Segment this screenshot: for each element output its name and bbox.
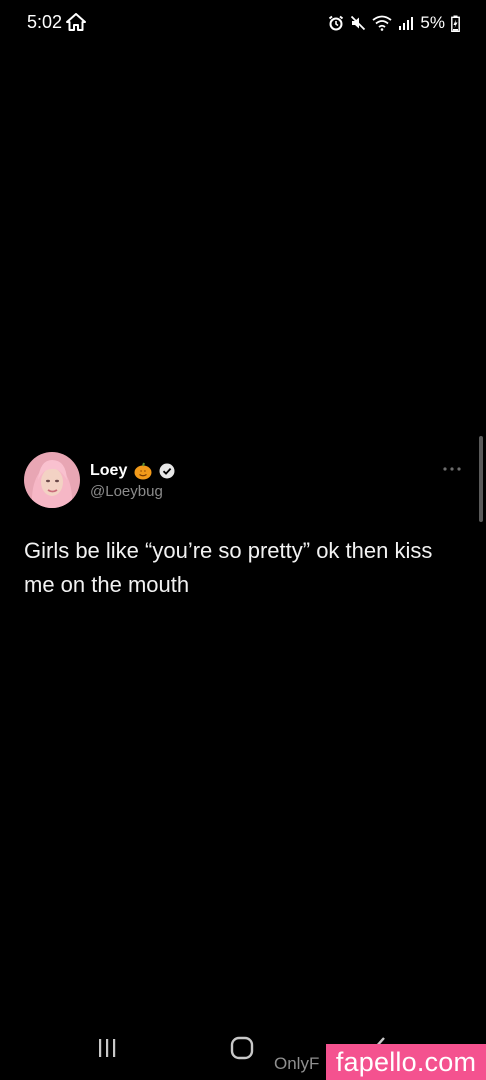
display-name[interactable]: Loey: [90, 462, 127, 480]
scrollbar-thumb[interactable]: [479, 436, 483, 522]
fapello-watermark: fapello.com: [326, 1044, 486, 1080]
more-options-icon[interactable]: [442, 466, 462, 472]
mute-icon: [351, 15, 366, 31]
author-row[interactable]: Loey: [90, 460, 175, 482]
home-button-icon[interactable]: [230, 1036, 254, 1060]
verified-badge-icon: [159, 463, 175, 479]
wifi-icon: [372, 15, 392, 31]
battery-icon: [451, 15, 460, 32]
signal-icon: [399, 17, 414, 30]
battery-percent: 5%: [420, 13, 445, 32]
status-icons: 5%: [328, 12, 460, 34]
home-icon: [66, 13, 86, 31]
author-handle[interactable]: @Loeybug: [90, 483, 163, 500]
avatar[interactable]: [24, 452, 80, 508]
onlyfans-watermark: OnlyF: [274, 1054, 320, 1073]
alarm-icon: [329, 15, 344, 31]
tweet-text: Girls be like “you’re so pretty” ok then…: [24, 538, 433, 597]
navigation-bar: OnlyF fapello.com: [0, 1014, 486, 1080]
status-time: 5:02: [27, 12, 63, 32]
pumpkin-icon: [134, 462, 152, 480]
recent-apps-icon[interactable]: [96, 1038, 118, 1058]
status-bar: 5:02 5%: [0, 0, 486, 46]
